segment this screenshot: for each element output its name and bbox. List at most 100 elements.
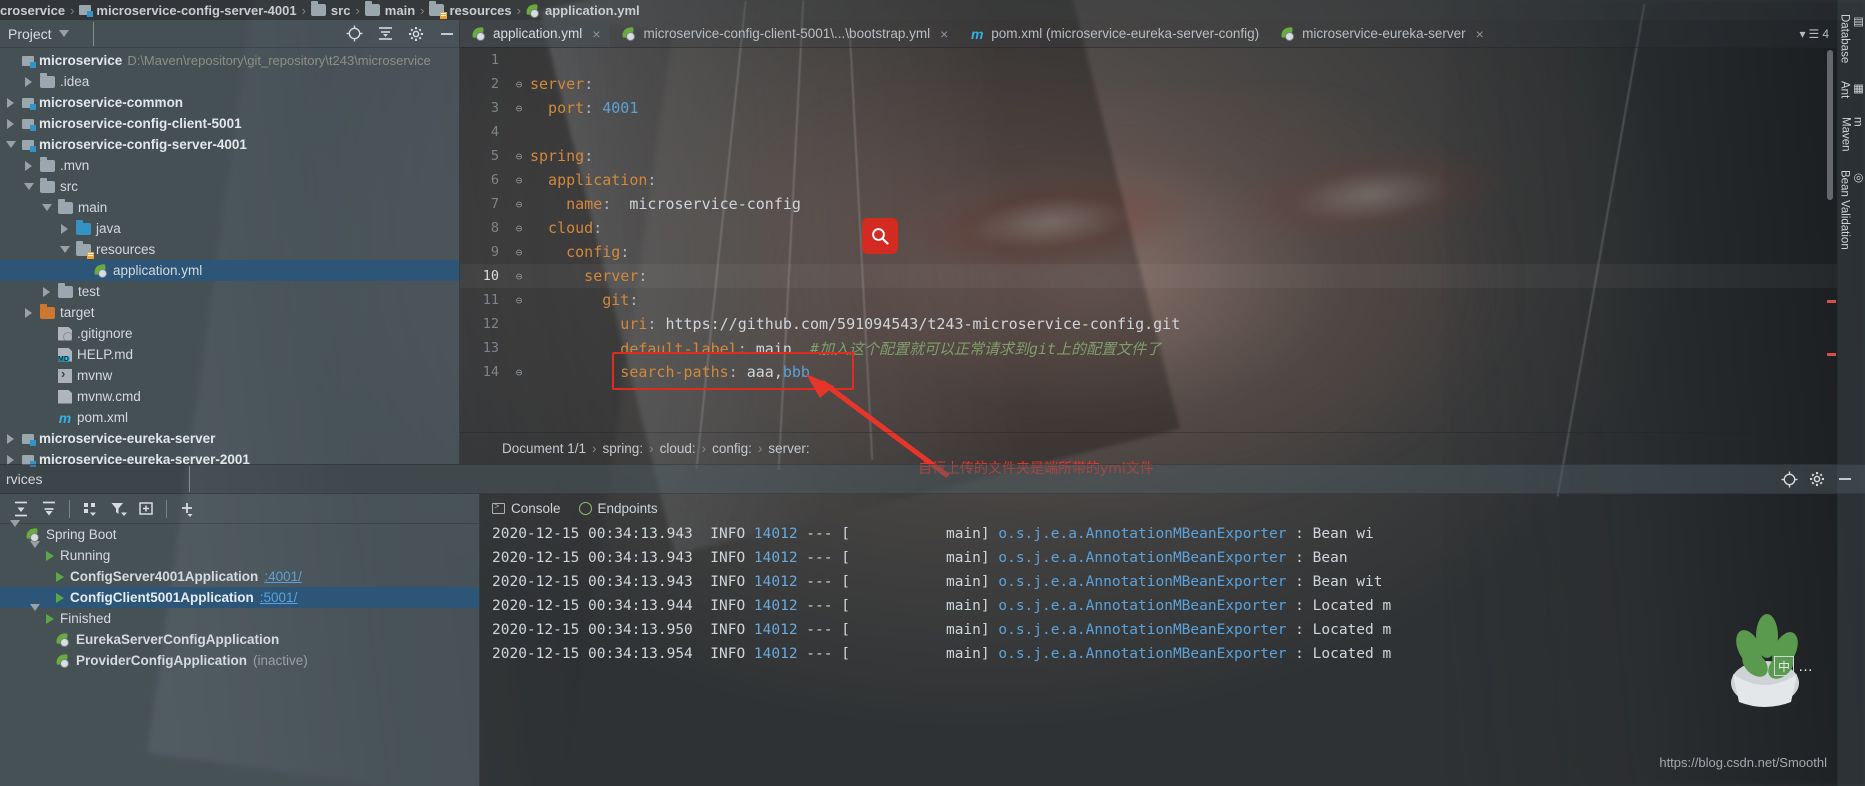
- breadcrumb-item[interactable]: microservice-config-server-4001: [79, 3, 297, 18]
- collapse-all-icon[interactable]: [373, 23, 397, 45]
- project-panel-title[interactable]: Project: [8, 26, 52, 42]
- fold-toggle-icon[interactable]: ⊖: [508, 150, 530, 163]
- breadcrumb-config[interactable]: config:: [712, 441, 752, 456]
- chevron-down-icon[interactable]: [4, 138, 17, 151]
- code-line[interactable]: 1: [460, 48, 1837, 72]
- add-frame-icon[interactable]: [133, 497, 159, 521]
- breadcrumb-item[interactable]: main: [364, 1, 415, 18]
- tree-item[interactable]: .gitignore: [0, 323, 459, 344]
- code-line[interactable]: 3 ⊖ port: 4001: [460, 96, 1837, 120]
- tab-endpoints[interactable]: Endpoints: [578, 501, 658, 516]
- fold-toggle-icon[interactable]: ⊖: [508, 102, 530, 115]
- services-tree[interactable]: Spring Boot Running ConfigServer4001Applic…: [0, 520, 479, 671]
- code-line[interactable]: 8 ⊖ cloud:: [460, 216, 1837, 240]
- service-item[interactable]: ConfigServer4001Application :4001/: [0, 566, 479, 587]
- service-item-port-link[interactable]: :5001/: [260, 590, 298, 605]
- code-line[interactable]: 4: [460, 120, 1837, 144]
- fold-toggle-icon[interactable]: ⊖: [508, 246, 530, 259]
- tree-item[interactable]: microservice-eureka-server: [0, 428, 459, 449]
- fold-toggle-icon[interactable]: ⊖: [508, 366, 530, 379]
- chevron-right-icon[interactable]: [22, 75, 35, 88]
- code-line[interactable]: 13 default-label: main #加入这个配置就可以正常请求到gi…: [460, 336, 1837, 360]
- tab-console[interactable]: Console: [492, 501, 561, 516]
- console-log-output[interactable]: 2020-12-15 00:34:13.943 INFO 14012 --- […: [480, 522, 1837, 666]
- fold-toggle-icon[interactable]: ⊖: [508, 78, 530, 91]
- editor-tab[interactable]: application.yml ×: [460, 20, 611, 47]
- code-line[interactable]: 7 ⊖ name: microservice-config: [460, 192, 1837, 216]
- chevron-right-icon[interactable]: [4, 117, 17, 130]
- editor-tab[interactable]: microservice-eureka-server ×: [1269, 20, 1494, 47]
- fold-toggle-icon[interactable]: ⊖: [508, 222, 530, 235]
- tree-item[interactable]: .idea: [0, 71, 459, 92]
- group-icon[interactable]: [77, 497, 103, 521]
- chevron-right-icon[interactable]: [4, 432, 17, 445]
- service-item[interactable]: ConfigClient5001Application :5001/: [0, 587, 479, 608]
- chevron-down-icon[interactable]: [30, 541, 40, 563]
- tree-item[interactable]: microservice-config-client-5001: [0, 113, 459, 134]
- code-line[interactable]: 14 ⊖ search-paths: aaa,bbb: [460, 360, 1837, 384]
- breadcrumb-item[interactable]: src: [310, 1, 350, 18]
- chevron-right-icon[interactable]: [4, 96, 17, 109]
- tree-item[interactable]: resources: [0, 239, 459, 260]
- breadcrumb-item[interactable]: application.yml: [526, 3, 640, 18]
- tree-item[interactable]: application.yml: [0, 260, 459, 281]
- breadcrumb-item[interactable]: resources: [429, 1, 512, 19]
- close-icon[interactable]: ×: [1473, 26, 1484, 42]
- tree-item[interactable]: microservice-common: [0, 92, 459, 113]
- close-icon[interactable]: ×: [937, 26, 948, 42]
- service-item[interactable]: EurekaServerConfigApplication: [0, 629, 479, 650]
- service-item-port-link[interactable]: :4001/: [264, 569, 302, 584]
- code-line[interactable]: 2 ⊖ server:: [460, 72, 1837, 96]
- chevron-down-icon[interactable]: [10, 520, 20, 542]
- tree-item[interactable]: microservice-config-server-4001: [0, 134, 459, 155]
- service-item-port-link[interactable]: (inactive): [253, 653, 308, 668]
- fold-toggle-icon[interactable]: ⊖: [508, 270, 530, 283]
- tool-tab-bean-validation[interactable]: ◎ Bean Validation: [1835, 162, 1865, 258]
- fold-toggle-icon[interactable]: ⊖: [508, 198, 530, 211]
- close-icon[interactable]: ×: [589, 26, 600, 42]
- code-line[interactable]: 9 ⊖ config:: [460, 240, 1837, 264]
- code-line[interactable]: 5 ⊖ spring:: [460, 144, 1837, 168]
- tree-item[interactable]: HELP.md: [0, 344, 459, 365]
- breadcrumb-document[interactable]: Document 1/1: [502, 441, 586, 456]
- tree-item[interactable]: main: [0, 197, 459, 218]
- chevron-down-icon[interactable]: [58, 243, 71, 256]
- service-item[interactable]: Finished: [0, 604, 479, 629]
- hide-panel-icon[interactable]: [1831, 466, 1859, 492]
- code-editor[interactable]: 1 2 ⊖ server: 3 ⊖ port: 4001 4 5 ⊖ spring: 6 ⊖ appl…: [460, 48, 1837, 432]
- chevron-down-icon[interactable]: [30, 604, 40, 626]
- tree-item[interactable]: java: [0, 218, 459, 239]
- filter-icon[interactable]: [105, 497, 131, 521]
- ime-indicator[interactable]: 中 …: [1774, 656, 1813, 676]
- tree-item[interactable]: mvnw: [0, 365, 459, 386]
- service-item[interactable]: Running: [0, 541, 479, 566]
- tool-tab-ant[interactable]: ▦ Ant: [1835, 73, 1865, 107]
- chevron-right-icon[interactable]: [22, 159, 35, 172]
- code-line[interactable]: 11 ⊖ git:: [460, 288, 1837, 312]
- hide-panel-icon[interactable]: [435, 23, 459, 45]
- settings-gear-icon[interactable]: [1803, 466, 1831, 492]
- service-item[interactable]: ProviderConfigApplication (inactive): [0, 650, 479, 671]
- tab-overflow-button[interactable]: ▾ ☰ 4: [1800, 20, 1837, 47]
- locate-icon[interactable]: [342, 23, 366, 45]
- tree-item[interactable]: test: [0, 281, 459, 302]
- breadcrumb-spring[interactable]: spring:: [603, 441, 644, 456]
- breadcrumb-server[interactable]: server:: [768, 441, 809, 456]
- services-tab-label[interactable]: rvices: [0, 471, 43, 487]
- code-line[interactable]: 6 ⊖ application:: [460, 168, 1837, 192]
- breadcrumb-cloud[interactable]: cloud:: [660, 441, 696, 456]
- settings-gear-icon[interactable]: [404, 23, 428, 45]
- tree-item[interactable]: src: [0, 176, 459, 197]
- search-icon[interactable]: [862, 218, 898, 254]
- project-tree[interactable]: microservice D:\Maven\repository\git_repo…: [0, 48, 459, 470]
- ime-lang-badge[interactable]: 中: [1774, 656, 1794, 676]
- chevron-right-icon[interactable]: [40, 285, 53, 298]
- service-item[interactable]: Spring Boot: [0, 520, 479, 545]
- chevron-right-icon[interactable]: [22, 306, 35, 319]
- tree-item[interactable]: microservice D:\Maven\repository\git_repo…: [0, 50, 459, 71]
- fold-toggle-icon[interactable]: ⊖: [508, 294, 530, 307]
- code-line[interactable]: 12 uri: https://github.com/591094543/t24…: [460, 312, 1837, 336]
- tool-tab-database[interactable]: ▤ Database: [1835, 6, 1865, 71]
- editor-tab[interactable]: microservice-config-client-5001\...\boot…: [610, 20, 958, 47]
- code-line[interactable]: 10 ⊖ server:: [460, 264, 1837, 288]
